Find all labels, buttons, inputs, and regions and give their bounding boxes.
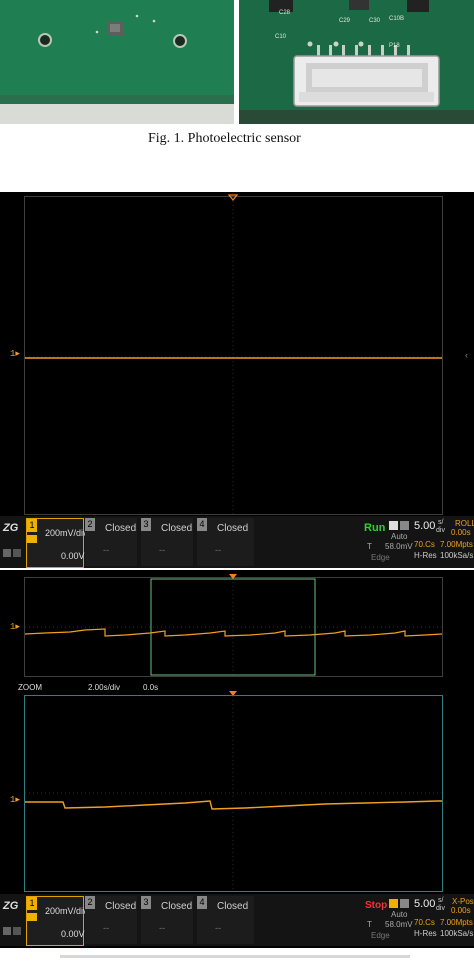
- trigger-type: Edge: [371, 553, 390, 562]
- trigger-mode: Auto: [391, 532, 408, 541]
- oscilloscope-screen-1: 1▸ ‹ ZG 1 200mV/div 0.00V 2 Closed -- 3 …: [0, 192, 474, 568]
- ch1-offset-2: 0.00V: [61, 929, 85, 939]
- ch4-number-2: 4: [197, 896, 207, 909]
- trigger-slope-badge-2: [400, 899, 409, 908]
- h-res-label: H-Res: [414, 551, 437, 560]
- ch4-status-2: Closed: [217, 901, 249, 912]
- timebase-unit-top-2: s/: [438, 897, 444, 904]
- sensor-photo-back: C28 C29 C30 C10 C10B P18: [239, 0, 474, 124]
- acquire-mode: ROLL: [455, 519, 474, 528]
- mode-time-2: 0.00s: [451, 906, 471, 915]
- h-res-rate: 100kSa/s: [440, 551, 474, 560]
- timebase-unit-bottom-2: div: [436, 905, 445, 912]
- control-bar-2: ZG 1 200mV/div 0.00V 2 Closed -- 3 Close…: [0, 894, 474, 946]
- timebase-value-2[interactable]: 5.00: [414, 898, 435, 910]
- control-bar-1: ZG 1 200mV/div 0.00V 2 Closed -- 3 Close…: [0, 516, 474, 568]
- ch4-tile[interactable]: 4 Closed --: [197, 518, 254, 566]
- sample-points-2: 7.00Mpts: [440, 918, 473, 927]
- ch2-tile[interactable]: 2 Closed --: [85, 518, 137, 566]
- ch1-number-2: 1: [27, 897, 37, 910]
- ch4-tile-2[interactable]: 4 Closed --: [197, 896, 254, 944]
- ch4-dash: --: [215, 545, 221, 555]
- oscilloscope-screen-2: 1▸ ZOOM 2.00s/div 0.0s 1▸ ZG 1 200mV/div…: [0, 570, 474, 948]
- channel-1-marker: 1▸: [10, 349, 20, 359]
- trigger-slope-badge: [400, 521, 409, 530]
- figure-1-caption: Fig. 1. Photoelectric sensor: [148, 131, 301, 146]
- zlg-logo-icon-2: ZG: [3, 900, 19, 912]
- trigger-level: 58.0mV: [385, 542, 413, 551]
- zoom-timebase: 2.00s/div: [88, 683, 121, 692]
- mode-time: 0.00s: [451, 528, 471, 537]
- zoom-channel-marker: 1▸: [10, 795, 20, 805]
- overview-trigger-marker: [229, 574, 237, 579]
- run-button[interactable]: Run: [364, 522, 385, 534]
- trigger-position-marker: [228, 194, 238, 201]
- ch1-offset: 0.00V: [61, 551, 85, 561]
- h-res-label-2: H-Res: [414, 929, 437, 938]
- zlg-logo-icon: ZG: [3, 522, 19, 534]
- board-label-c29: C29: [339, 18, 351, 24]
- memory-depth-2: 70.Cs: [414, 918, 435, 927]
- overview-channel-marker: 1▸: [10, 622, 20, 632]
- trigger-level-2: 58.0mV: [385, 920, 413, 929]
- trigger-mode-2: Auto: [391, 910, 408, 919]
- acquire-mode-2: X-Pos: [452, 897, 474, 906]
- trigger-type-2: Edge: [371, 931, 390, 940]
- zoom-grid: [24, 695, 443, 892]
- sensor-photo-front: [0, 0, 234, 124]
- board-label-c10: C10: [275, 34, 287, 40]
- ch4-dash-2: --: [215, 923, 221, 933]
- board-label-c10b: C10B: [389, 16, 404, 22]
- trigger-letter-2: T: [367, 920, 372, 929]
- ch3-tile-2[interactable]: 3 Closed --: [141, 896, 193, 944]
- zoom-offset: 0.0s: [143, 683, 159, 692]
- ch4-status: Closed: [217, 523, 249, 534]
- ch3-status: Closed: [161, 523, 193, 534]
- ch2-dash: --: [103, 545, 109, 555]
- h-res-rate-2: 100kSa/s: [440, 929, 474, 938]
- board-label-c30: C30: [369, 18, 381, 24]
- ch1-coupling-icon-2: [27, 913, 37, 921]
- zoom-label: ZOOM: [18, 683, 42, 692]
- ch3-number: 3: [141, 518, 151, 531]
- home-icon[interactable]: [3, 549, 11, 557]
- ch4-number: 4: [197, 518, 207, 531]
- timebase-unit-bottom: div: [436, 527, 445, 534]
- ch3-dash-2: --: [159, 923, 165, 933]
- ch1-tile[interactable]: 1 200mV/div 0.00V: [26, 518, 88, 568]
- board-label-c28: C28: [279, 10, 291, 16]
- home-icon-2[interactable]: [3, 927, 11, 935]
- stop-button[interactable]: Stop: [365, 900, 387, 911]
- trigger-channel-badge: [389, 521, 398, 530]
- ch1-coupling-icon: [27, 535, 37, 543]
- ch3-number-2: 3: [141, 896, 151, 909]
- trigger-channel-badge-2: [389, 899, 398, 908]
- figure-2-caption-cropped: [60, 955, 410, 958]
- ch3-tile[interactable]: 3 Closed --: [141, 518, 193, 566]
- ch3-dash: --: [159, 545, 165, 555]
- memory-depth: 70.Cs: [414, 540, 435, 549]
- ch2-status-2: Closed: [105, 901, 137, 912]
- timebase-unit-top: s/: [438, 519, 444, 526]
- menu-icon-2[interactable]: [13, 927, 21, 935]
- right-scroll-arrow[interactable]: ‹: [465, 350, 468, 360]
- ch1-volts-div: 200mV/div: [45, 528, 88, 538]
- ch2-dash-2: --: [103, 923, 109, 933]
- board-label-p18: P18: [389, 43, 400, 49]
- ch3-status-2: Closed: [161, 901, 193, 912]
- ch1-number: 1: [27, 519, 37, 532]
- waveform-grid-1: [24, 196, 443, 515]
- ch2-status: Closed: [105, 523, 137, 534]
- overview-grid: [24, 577, 443, 677]
- timebase-value[interactable]: 5.00: [414, 520, 435, 532]
- menu-icon[interactable]: [13, 549, 21, 557]
- trigger-letter: T: [367, 542, 372, 551]
- ch1-tile-2[interactable]: 1 200mV/div 0.00V: [26, 896, 88, 946]
- ch1-volts-div-2: 200mV/div: [45, 906, 88, 916]
- ch2-tile-2[interactable]: 2 Closed --: [85, 896, 137, 944]
- ch2-number-2: 2: [85, 896, 95, 909]
- ch2-number: 2: [85, 518, 95, 531]
- sample-points: 7.00Mpts: [440, 540, 473, 549]
